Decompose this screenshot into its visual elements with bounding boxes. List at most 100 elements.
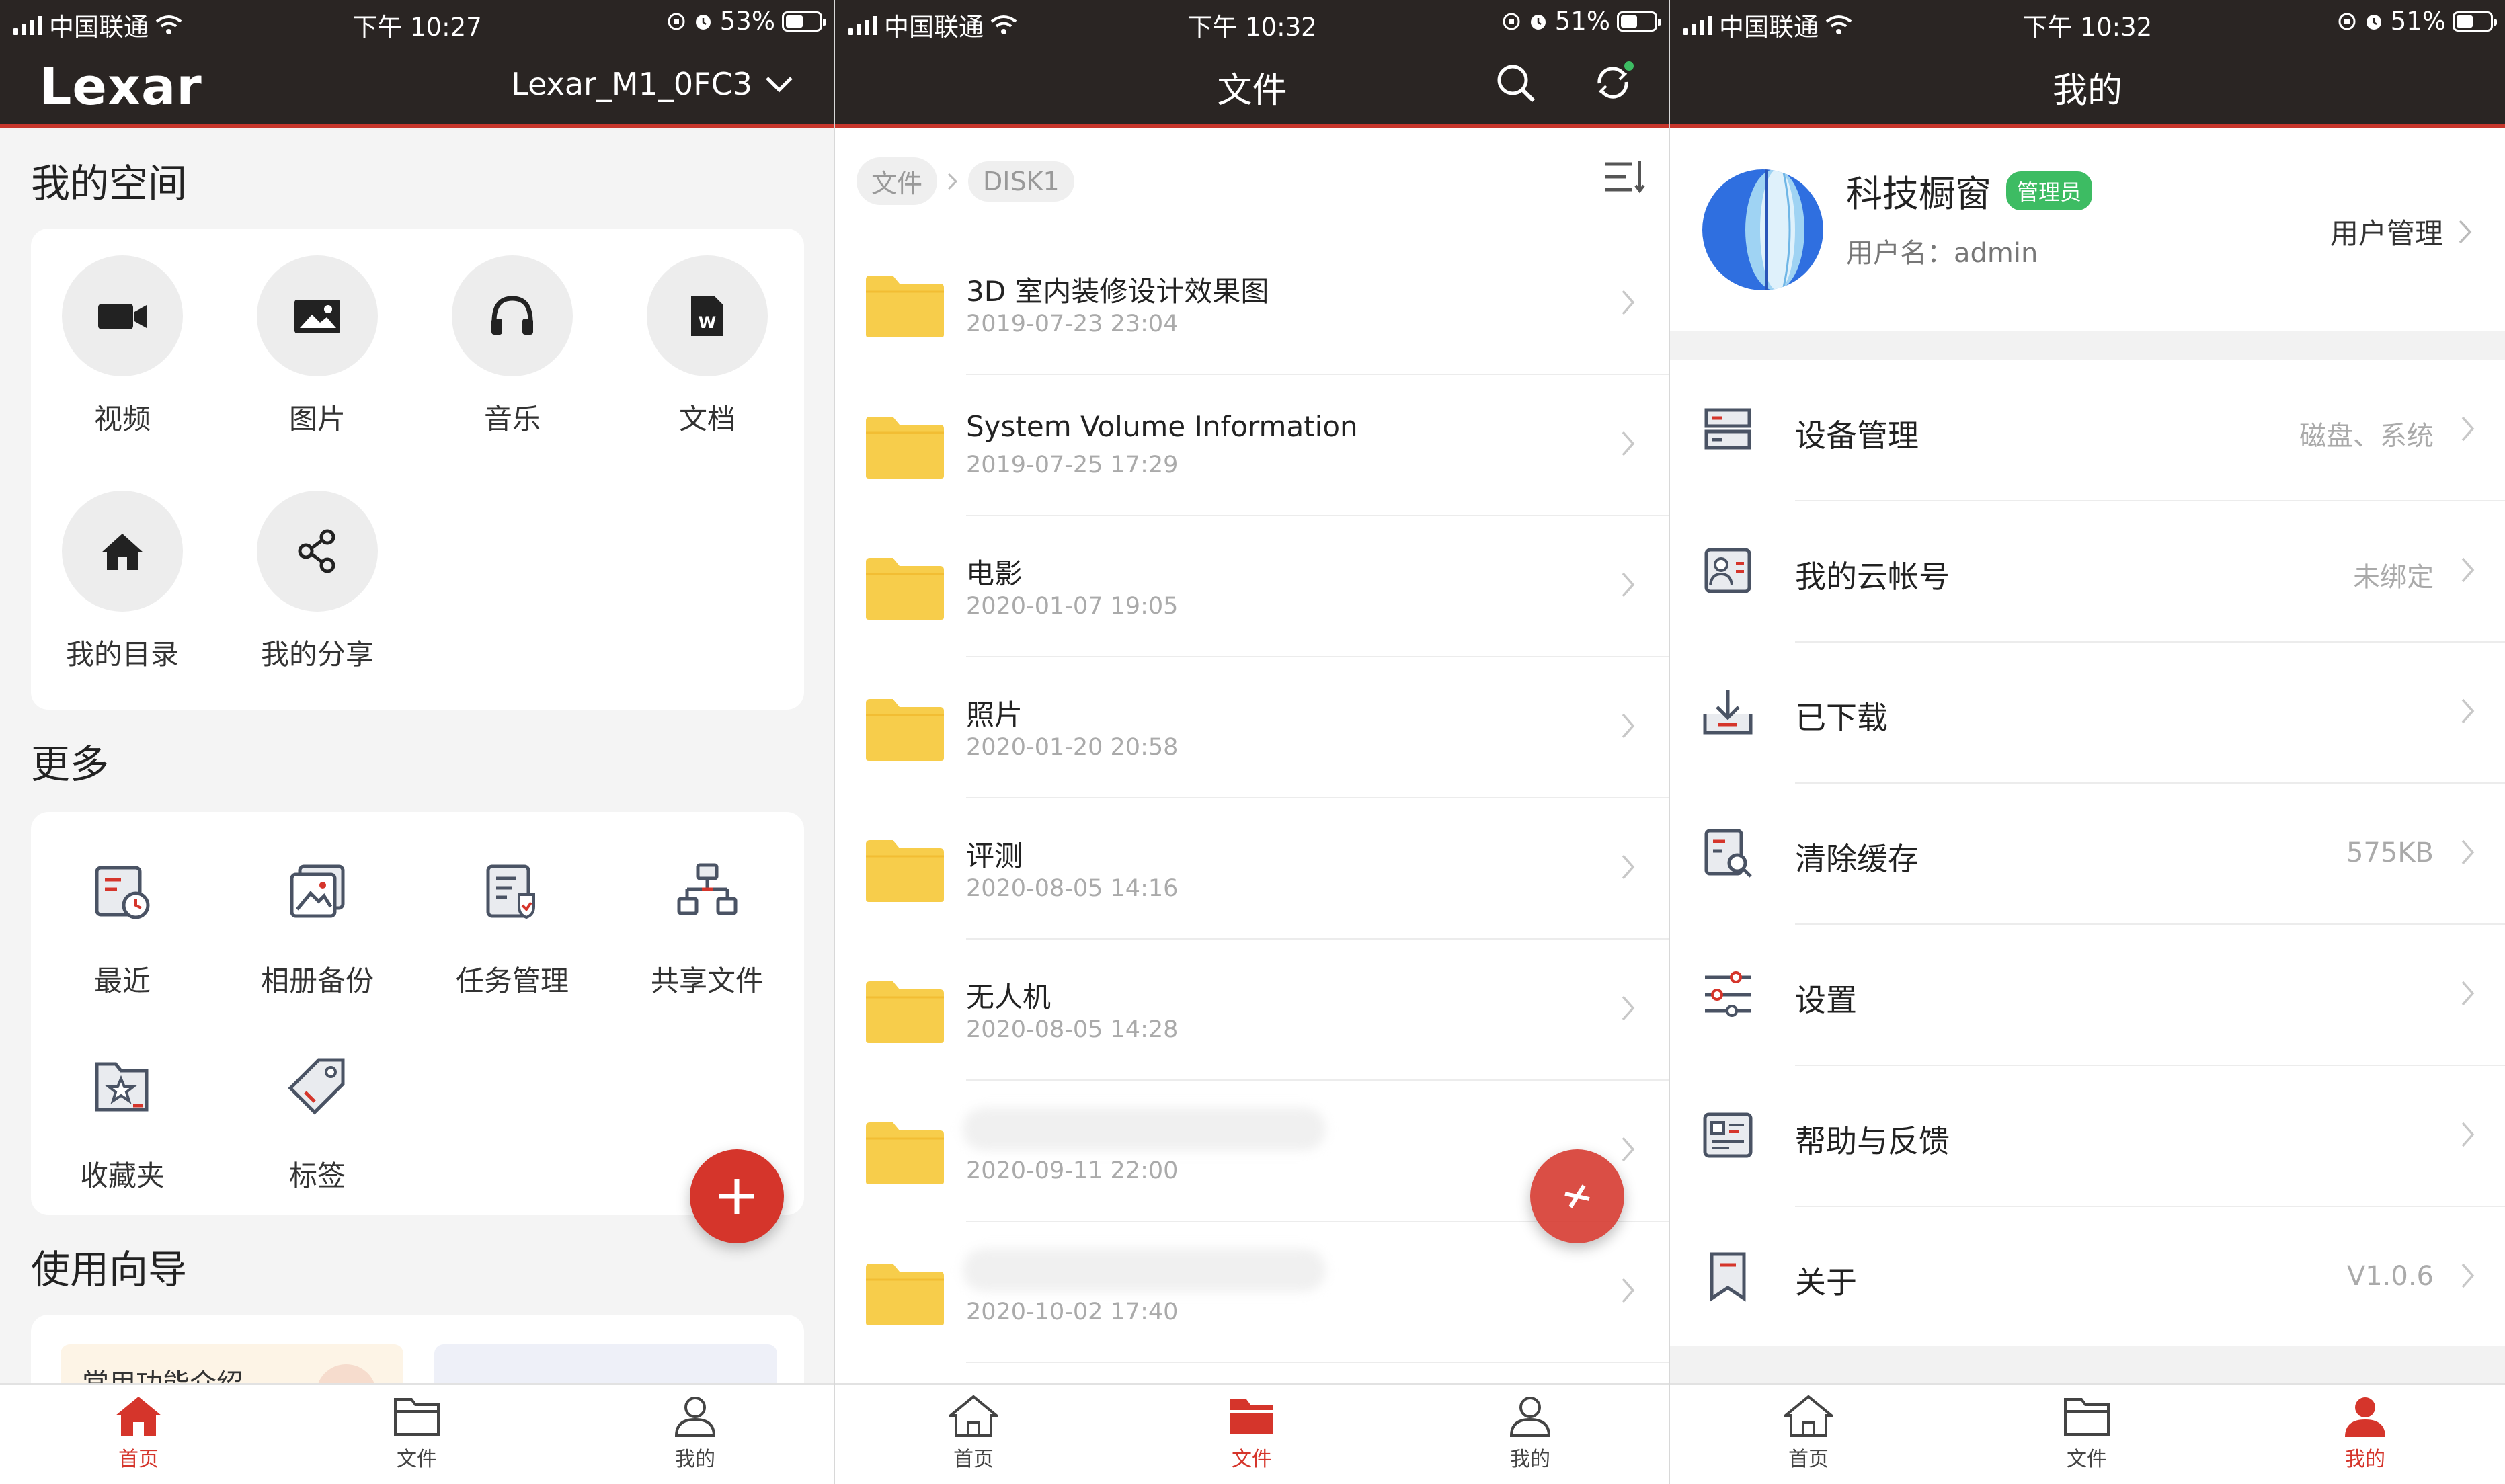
device-selector[interactable]: Lexar_M1_0FC3 (511, 66, 794, 102)
file-row[interactable]: 电影 2020-01-07 19:05 (835, 516, 1669, 657)
tab-me[interactable]: 我的 (628, 1394, 762, 1472)
plus-icon (719, 1179, 754, 1214)
menu-item[interactable]: 关于 V1.0.6 (1670, 1207, 2505, 1348)
breadcrumb-disk[interactable]: DISK1 (968, 161, 1074, 202)
my-space-video[interactable]: 视频 (48, 255, 196, 438)
device-name: Lexar_M1_0FC3 (511, 66, 752, 102)
file-row[interactable]: 3D 室内装修设计效果图 2019-07-23 23:04 (835, 234, 1669, 375)
tab-me-label: 我的 (1510, 1448, 1550, 1471)
tag-icon (288, 1058, 345, 1115)
file-row[interactable]: 无人机 2020-08-05 14:28 (835, 940, 1669, 1081)
battery-icon (1617, 11, 1661, 32)
home-header: 中国联通 下午 10:27 53% Lexar Lexar_M1_0FC3 (0, 0, 834, 128)
help-feedback-icon (1703, 1112, 1753, 1158)
my-space-my-directory[interactable]: 我的目录 (48, 491, 196, 673)
tab-home[interactable]: 首页 (1741, 1394, 1876, 1472)
close-x-icon (1564, 1184, 1590, 1208)
chevron-right-icon (2461, 416, 2475, 442)
my-space-my-share[interactable]: 我的分享 (243, 491, 391, 673)
sort-list-icon[interactable] (1602, 159, 1646, 195)
my-space-title: 我的空间 (31, 161, 188, 206)
shared-files-icon (677, 863, 738, 915)
username-label: 用户名： (1846, 238, 1954, 269)
tab-files[interactable]: 文件 (350, 1394, 484, 1472)
battery-fill (786, 15, 803, 28)
folder-icon (866, 1122, 944, 1184)
file-date: 2020-10-02 17:40 (966, 1298, 1179, 1325)
chevron-right-icon (1622, 1137, 1635, 1162)
tab-me-label: 我的 (2345, 1448, 2385, 1471)
svg-text:W: W (699, 313, 716, 332)
blurred-file-name (963, 1249, 1326, 1292)
menu-item[interactable]: 清除缓存 575KB (1670, 784, 2505, 925)
folder-icon (2064, 1398, 2110, 1436)
grid-label: 视频 (93, 403, 151, 436)
profile-header: 中国联通 下午 10:32 51% 我的 (1670, 0, 2505, 128)
orientation-lock-icon (668, 13, 685, 30)
file-date: 2019-07-23 23:04 (966, 311, 1179, 337)
clear-cache-icon (1704, 829, 1752, 878)
chevron-down-icon (766, 77, 793, 93)
tab-home[interactable]: 首页 (71, 1394, 206, 1472)
chevron-right-icon (2461, 981, 2475, 1006)
orientation-lock-icon (1503, 13, 1520, 30)
breadcrumb-root[interactable]: 文件 (857, 157, 938, 205)
file-name: 3D 室内装修设计效果图 (966, 275, 1269, 308)
chevron-right-icon (1622, 995, 1635, 1021)
more-card: 最近 相册备份 任务管理 共享文件 收藏夹 标签 (31, 812, 804, 1215)
menu-item[interactable]: 设备管理 磁盘、系统 (1670, 360, 2505, 501)
more-tags[interactable]: 标签 (243, 1036, 391, 1194)
chevron-right-icon (1622, 1278, 1635, 1303)
battery-fill (2457, 15, 2473, 28)
avatar[interactable] (1702, 169, 1823, 290)
battery-percent: 53% (719, 7, 775, 36)
my-space-document[interactable]: W 文档 (633, 255, 781, 438)
file-name: 照片 (966, 698, 1023, 731)
add-fab-button[interactable] (690, 1149, 784, 1243)
menu-item[interactable]: 设置 (1670, 925, 2505, 1066)
grid-label: 最近 (93, 964, 151, 997)
recent-clock-icon (95, 866, 150, 919)
menu-item[interactable]: 我的云帐号 未绑定 (1670, 501, 2505, 643)
file-row[interactable]: System Volume Information 2019-07-25 17:2… (835, 375, 1669, 516)
sync-icon[interactable] (1591, 60, 1636, 105)
tab-home[interactable]: 首页 (906, 1394, 1041, 1472)
add-fab-button[interactable] (1530, 1149, 1624, 1243)
menu-item-label: 我的云帐号 (1795, 559, 1950, 595)
tab-me[interactable]: 我的 (1463, 1394, 1597, 1472)
chevron-right-icon (2461, 1122, 2475, 1147)
tab-me[interactable]: 我的 (2298, 1394, 2432, 1472)
profile-screen: 中国联通 下午 10:32 51% 我的 科技橱窗 管理员 用户名：admin … (1670, 0, 2505, 1484)
more-album-backup[interactable]: 相册备份 (243, 841, 391, 999)
my-space-image[interactable]: 图片 (243, 255, 391, 438)
more-task-manager[interactable]: 任务管理 (438, 841, 586, 999)
tab-files[interactable]: 文件 (1185, 1394, 1319, 1472)
menu-item-label: 设备管理 (1795, 417, 1919, 454)
my-space-music[interactable]: 音乐 (438, 255, 586, 438)
file-row[interactable]: 照片 2020-01-20 20:58 (835, 657, 1669, 798)
file-row[interactable]: 2020-10-02 17:40 (835, 1222, 1669, 1363)
menu-item[interactable]: 帮助与反馈 (1670, 1066, 2505, 1207)
grid-label: 任务管理 (455, 964, 569, 997)
tab-me-label: 我的 (675, 1448, 715, 1471)
more-favorites[interactable]: 收藏夹 (48, 1036, 196, 1194)
menu-item[interactable]: 已下载 (1670, 643, 2505, 784)
files-screen: 中国联通 下午 10:32 51% 文件 文件 DISK1 3D 室内装修设计效… (835, 0, 1669, 1484)
search-icon[interactable] (1495, 62, 1538, 105)
user-management-link[interactable]: 用户管理 (2330, 211, 2473, 252)
task-manager-icon (486, 864, 535, 919)
orientation-lock-icon (2338, 13, 2356, 30)
breadcrumb: 文件 DISK1 (857, 157, 1074, 205)
device-management-icon (1704, 408, 1751, 450)
tab-files[interactable]: 文件 (2020, 1394, 2154, 1472)
chevron-right-icon (2461, 557, 2475, 583)
more-recent[interactable]: 最近 (48, 841, 196, 999)
files-title: 文件 (1217, 71, 1287, 111)
menu-item-label: 关于 (1795, 1264, 1857, 1301)
file-row[interactable]: 评测 2020-08-05 14:16 (835, 798, 1669, 940)
menu-item-label: 已下载 (1795, 700, 1888, 736)
menu-item-value: 575KB (2346, 837, 2434, 868)
more-shared-files[interactable]: 共享文件 (633, 841, 781, 999)
tab-bar: 首页 文件 我的 (1670, 1383, 2505, 1484)
menu-item-value: 磁盘、系统 (2299, 421, 2434, 452)
